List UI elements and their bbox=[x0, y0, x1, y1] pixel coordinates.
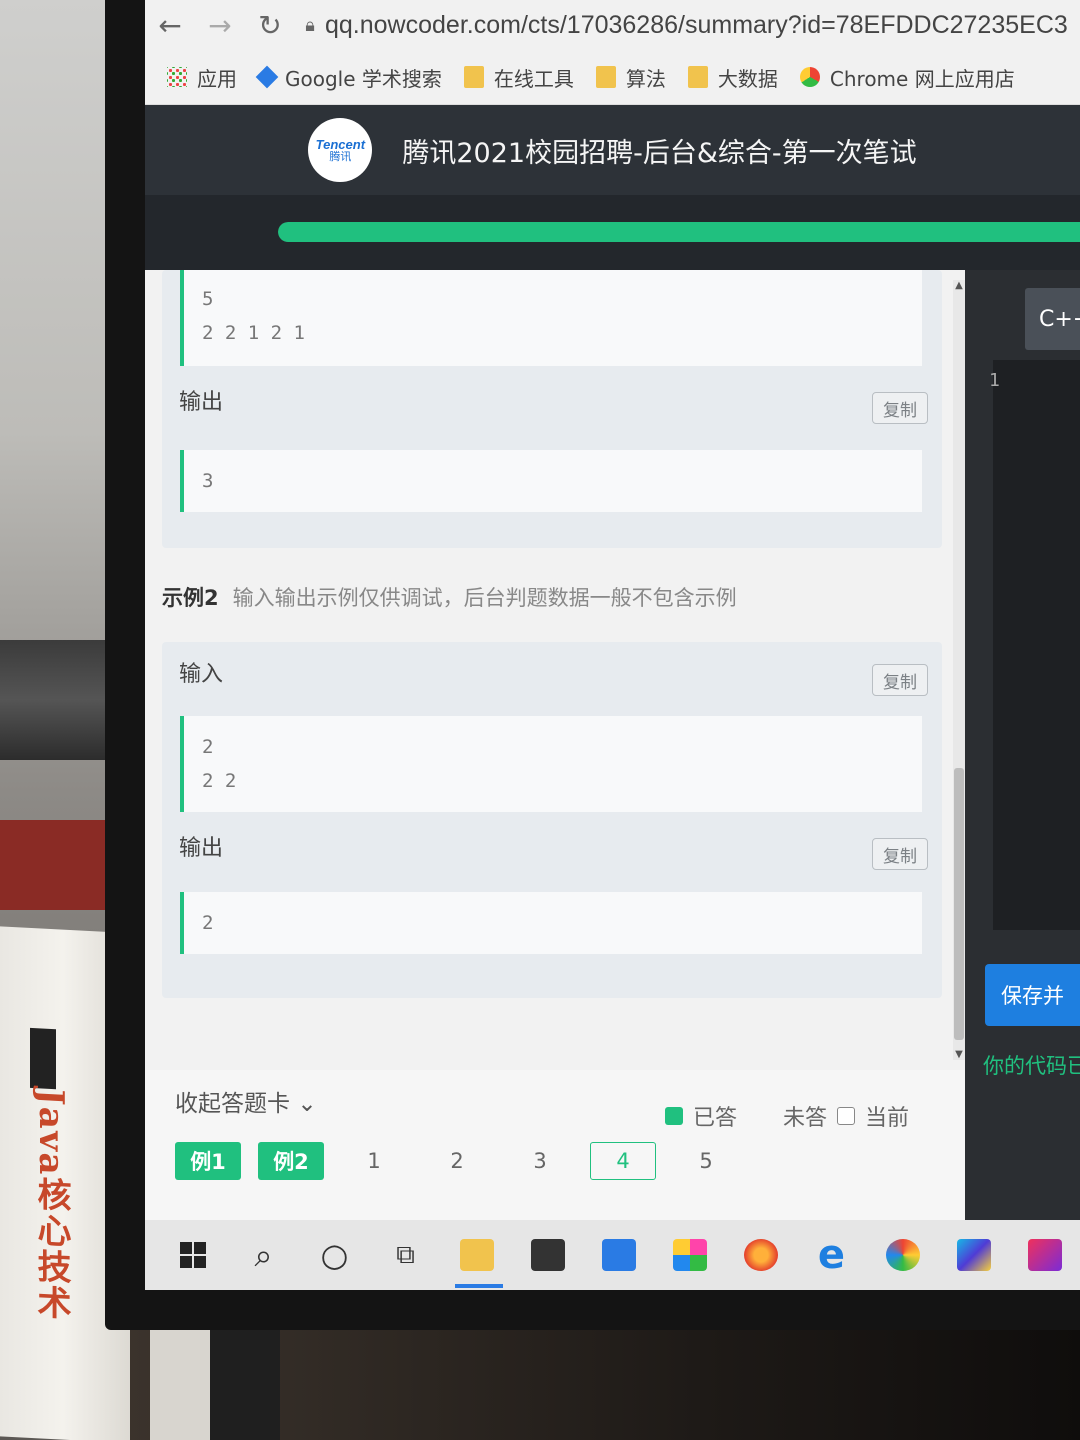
question-button-3[interactable]: 3 bbox=[507, 1142, 573, 1180]
apps-grid-icon bbox=[167, 67, 187, 87]
code-status-text: 你的代码已 bbox=[983, 1054, 1080, 1078]
search-icon[interactable]: ⌕ bbox=[228, 1220, 299, 1290]
answered-swatch bbox=[665, 1107, 683, 1125]
scholar-icon bbox=[255, 65, 279, 89]
bookmark-apps[interactable]: 应用 bbox=[167, 63, 237, 92]
bookmarks-bar: 应用 Google 学术搜索 在线工具 算法 大数据 Chrome 网上应用店 bbox=[145, 50, 1080, 105]
code-editor[interactable] bbox=[993, 360, 1080, 930]
start-button[interactable] bbox=[157, 1220, 228, 1290]
progress-bar bbox=[278, 222, 1080, 242]
firefox-icon[interactable] bbox=[725, 1220, 796, 1290]
language-selector[interactable]: C++ bbox=[1025, 288, 1080, 350]
example2-input: 2 2 2 bbox=[180, 716, 922, 812]
page-title: 腾讯2021校园招聘-后台&综合-第一次笔试 bbox=[402, 137, 917, 169]
book-bottom-dark bbox=[210, 1320, 280, 1440]
store-icon[interactable] bbox=[512, 1220, 583, 1290]
bookmark-online-tools[interactable]: 在线工具 bbox=[463, 63, 574, 92]
example2-output: 2 bbox=[180, 892, 922, 954]
problem-scrollbar[interactable]: ▲ ▼ bbox=[953, 280, 965, 1060]
colorful-app-icon[interactable] bbox=[867, 1220, 938, 1290]
exam-header: Tencent 腾讯 腾讯2021校园招聘-后台&综合-第一次笔试 bbox=[145, 105, 1080, 195]
answer-card: 收起答题卡 ⌄ 已答 未答 当前 例1 例2 1 2 3 4 5 bbox=[145, 1070, 965, 1220]
reload-button[interactable]: ↻ bbox=[245, 9, 295, 42]
scroll-thumb[interactable] bbox=[954, 768, 964, 1040]
task-view-icon[interactable]: ⧉ bbox=[370, 1220, 441, 1290]
question-button-5[interactable]: 5 bbox=[673, 1142, 739, 1180]
example2-output-copy-button[interactable]: 复制 bbox=[872, 838, 928, 870]
example2-output-label: 输出 bbox=[179, 836, 224, 861]
current-swatch bbox=[837, 1107, 856, 1125]
intellij-icon[interactable] bbox=[1009, 1220, 1080, 1290]
url-field[interactable]: qq.nowcoder.com/cts/17036286/summary?id=… bbox=[325, 11, 1068, 40]
scroll-down-arrow-icon[interactable]: ▼ bbox=[953, 1049, 965, 1060]
bookmark-google-scholar[interactable]: Google 学术搜索 bbox=[255, 63, 442, 92]
progress-fill bbox=[278, 222, 1080, 242]
example1-output-label: 输出 bbox=[179, 390, 224, 415]
lock-icon: 🔒︎ bbox=[305, 14, 315, 36]
line-number: 1 bbox=[989, 370, 1000, 391]
scroll-up-arrow-icon[interactable]: ▲ bbox=[953, 280, 965, 291]
example1-output: 3 bbox=[180, 450, 922, 512]
photos-icon[interactable] bbox=[654, 1220, 725, 1290]
file-explorer-icon[interactable] bbox=[441, 1220, 512, 1290]
example1-output-copy-button[interactable]: 复制 bbox=[872, 392, 928, 424]
address-bar: ← → ↻ 🔒︎ qq.nowcoder.com/cts/17036286/su… bbox=[145, 0, 1080, 50]
screen: ← → ↻ 🔒︎ qq.nowcoder.com/cts/17036286/su… bbox=[145, 0, 1080, 1290]
windows-taskbar: ⌕ ○ ⧉ e bbox=[145, 1220, 1080, 1290]
mail-icon[interactable] bbox=[583, 1220, 654, 1290]
chevron-down-icon: ⌄ bbox=[297, 1091, 317, 1117]
bookmark-algorithms[interactable]: 算法 bbox=[595, 63, 666, 92]
question-button-1[interactable]: 1 bbox=[341, 1142, 407, 1180]
collapse-answer-card-toggle[interactable]: 收起答题卡 ⌄ bbox=[175, 1084, 317, 1118]
example2-heading: 示例2 输入输出示例仅供调试，后台判题数据一般不包含示例 bbox=[162, 586, 737, 610]
save-and-submit-button[interactable]: 保存并 bbox=[985, 964, 1080, 1026]
shelf bbox=[0, 640, 112, 760]
forward-button[interactable]: → bbox=[195, 9, 245, 42]
example2-block: 输入 复制 2 2 2 输出 复制 2 bbox=[162, 642, 942, 998]
progress-strip bbox=[145, 195, 1080, 270]
example2-input-label: 输入 bbox=[179, 662, 224, 687]
question-button-example-2[interactable]: 例2 bbox=[258, 1142, 324, 1180]
example1-input: 5 2 2 1 2 1 bbox=[180, 270, 922, 366]
bookmark-big-data[interactable]: 大数据 bbox=[687, 63, 778, 92]
back-button[interactable]: ← bbox=[145, 9, 195, 42]
folder-icon bbox=[687, 66, 708, 88]
question-nav: 例1 例2 1 2 3 4 5 bbox=[175, 1142, 756, 1180]
webstorm-icon[interactable] bbox=[938, 1220, 1009, 1290]
problem-panel: 5 2 2 1 2 1 输出 复制 3 示例2 输入输出示例仅供调试，后台判题数据… bbox=[145, 270, 965, 1070]
book-logo bbox=[30, 1027, 56, 1090]
windows-logo-icon bbox=[179, 1242, 206, 1268]
folder-icon bbox=[595, 66, 616, 88]
book-spine-title: Java核心技术 bbox=[31, 1087, 71, 1322]
bookmark-chrome-store[interactable]: Chrome 网上应用店 bbox=[799, 63, 1015, 92]
tencent-logo: Tencent 腾讯 bbox=[308, 118, 373, 182]
question-button-4[interactable]: 4 bbox=[590, 1142, 656, 1180]
editor-panel: C++ 1 保存并 你的代码已 bbox=[965, 270, 1080, 1220]
question-button-example-1[interactable]: 例1 bbox=[175, 1142, 241, 1180]
example1-block: 5 2 2 1 2 1 输出 复制 3 bbox=[162, 270, 942, 548]
folder-icon bbox=[463, 66, 484, 88]
edge-icon[interactable]: e bbox=[796, 1220, 867, 1290]
example2-input-copy-button[interactable]: 复制 bbox=[872, 664, 928, 696]
question-button-2[interactable]: 2 bbox=[424, 1142, 490, 1180]
answer-legend: 已答 未答 当前 bbox=[665, 1100, 909, 1132]
cortana-icon[interactable]: ○ bbox=[299, 1220, 370, 1290]
chrome-store-icon bbox=[799, 67, 820, 87]
shelf-red bbox=[0, 820, 112, 910]
